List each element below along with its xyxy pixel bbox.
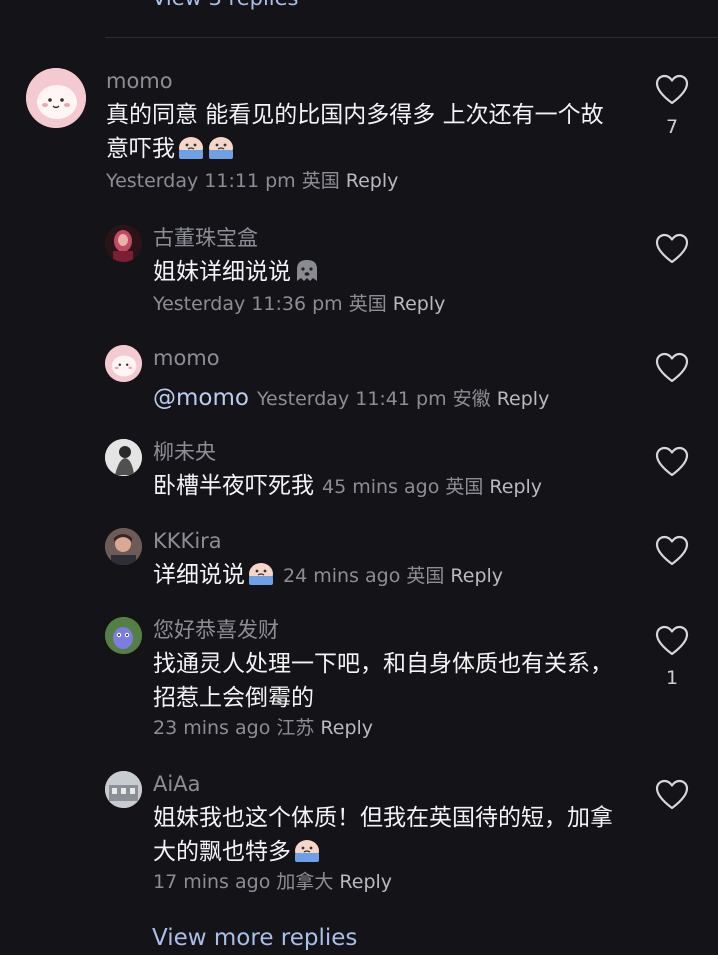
avatar-photo-icon <box>105 617 142 654</box>
comment-meta: 24 mins ago 英国 Reply <box>283 565 503 587</box>
comment-meta: 23 mins ago 江苏 Reply <box>153 715 618 741</box>
heart-icon <box>655 779 689 810</box>
like-button[interactable]: 1 <box>654 625 690 689</box>
region: 安徽 <box>452 388 491 410</box>
comment-meta: Yesterday 11:36 pm 英国 Reply <box>153 291 618 317</box>
comment-text: 姐妹详细说说 <box>153 255 618 289</box>
like-count: 1 <box>665 667 679 689</box>
avatar[interactable] <box>105 225 142 262</box>
comment-meta: 17 mins ago 加拿大 Reply <box>153 869 618 895</box>
like-button[interactable]: 7 <box>654 74 690 138</box>
timestamp: Yesterday 11:41 pm <box>256 388 447 410</box>
comment-text: 找通灵人处理一下吧，和自身体质也有关系，招惹上会倒霉的 <box>153 651 613 711</box>
view-replies-link[interactable]: View 3 replies <box>152 0 299 10</box>
avatar[interactable] <box>105 345 142 382</box>
like-button[interactable] <box>654 233 690 265</box>
comment-text: 详细说说 24 mins ago 英国 Reply <box>153 560 504 588</box>
comment-text: @momo Yesterday 11:41 pm 安徽 Reply <box>153 381 618 416</box>
like-button[interactable] <box>654 446 690 478</box>
region: 英国 <box>406 565 445 587</box>
avatar-cartoon-icon <box>26 68 86 128</box>
timestamp: 24 mins ago <box>283 565 401 587</box>
avatar-cartoon-icon <box>105 345 142 382</box>
ghost-face-icon <box>293 257 321 283</box>
comments-screen: View 3 replies momo 真的同意 能看见的比国内多得多 上次还有… <box>0 0 718 955</box>
like-button[interactable] <box>654 779 690 811</box>
heart-icon <box>655 625 689 656</box>
region: 加拿大 <box>276 871 334 893</box>
heart-icon <box>655 74 689 105</box>
comment-text: 卧槽半夜吓死我 45 mins ago 英国 Reply <box>153 473 543 499</box>
timestamp: 23 mins ago <box>153 717 271 739</box>
avatar[interactable] <box>105 528 142 565</box>
timestamp: 17 mins ago <box>153 871 271 893</box>
reply-button[interactable]: Reply <box>393 293 446 315</box>
heart-icon <box>655 233 689 264</box>
timestamp: Yesterday 11:11 pm <box>106 170 296 192</box>
username[interactable]: AiAa <box>153 771 618 797</box>
mention-link[interactable]: @momo <box>153 385 249 411</box>
comment-text: 真的同意 能看见的比国内多得多 上次还有一个故意吓我 <box>106 102 604 162</box>
comment-text: 姐妹我也这个体质！但我在英国待的短，加拿大的飘也特多 <box>153 805 613 865</box>
avatar[interactable] <box>105 439 142 476</box>
reply-button[interactable]: Reply <box>489 476 542 498</box>
username[interactable]: 古董珠宝盒 <box>153 225 618 251</box>
comment-meta: Yesterday 11:41 pm 安徽 Reply <box>257 388 549 410</box>
reply-button[interactable]: Reply <box>320 717 373 739</box>
username[interactable]: momo <box>153 345 618 371</box>
crying-face-icon <box>293 837 321 863</box>
username[interactable]: momo <box>106 68 618 94</box>
region: 英国 <box>301 170 340 192</box>
avatar[interactable] <box>105 771 142 808</box>
username[interactable]: 您好恭喜发财 <box>153 617 618 643</box>
timestamp: 45 mins ago <box>322 476 440 498</box>
divider <box>105 37 718 38</box>
username[interactable]: 柳未央 <box>153 439 618 465</box>
avatar[interactable] <box>105 617 142 654</box>
region: 英国 <box>348 293 387 315</box>
crying-face-icon <box>207 134 235 160</box>
reply-button[interactable]: Reply <box>497 388 550 410</box>
reply-button[interactable]: Reply <box>339 871 392 893</box>
like-button[interactable] <box>654 535 690 567</box>
avatar-photo-icon <box>105 771 142 808</box>
comment-meta: Yesterday 11:11 pm 英国 Reply <box>106 168 618 194</box>
heart-icon <box>655 446 689 477</box>
comment-meta: 45 mins ago 英国 Reply <box>322 476 542 498</box>
reply-button[interactable]: Reply <box>346 170 399 192</box>
view-more-replies-link[interactable]: View more replies <box>152 925 357 951</box>
avatar-photo-icon <box>105 225 142 262</box>
heart-icon <box>655 535 689 566</box>
like-count: 7 <box>665 116 679 138</box>
reply-button[interactable]: Reply <box>450 565 503 587</box>
crying-face-icon <box>247 560 275 586</box>
region: 江苏 <box>276 717 315 739</box>
avatar-photo-icon <box>105 528 142 565</box>
avatar[interactable] <box>26 68 86 128</box>
heart-icon <box>655 352 689 383</box>
like-button[interactable] <box>654 352 690 384</box>
avatar-photo-icon <box>105 439 142 476</box>
timestamp: Yesterday 11:36 pm <box>153 293 343 315</box>
region: 英国 <box>445 476 484 498</box>
username[interactable]: KKKira <box>153 528 618 554</box>
crying-face-icon <box>177 134 205 160</box>
